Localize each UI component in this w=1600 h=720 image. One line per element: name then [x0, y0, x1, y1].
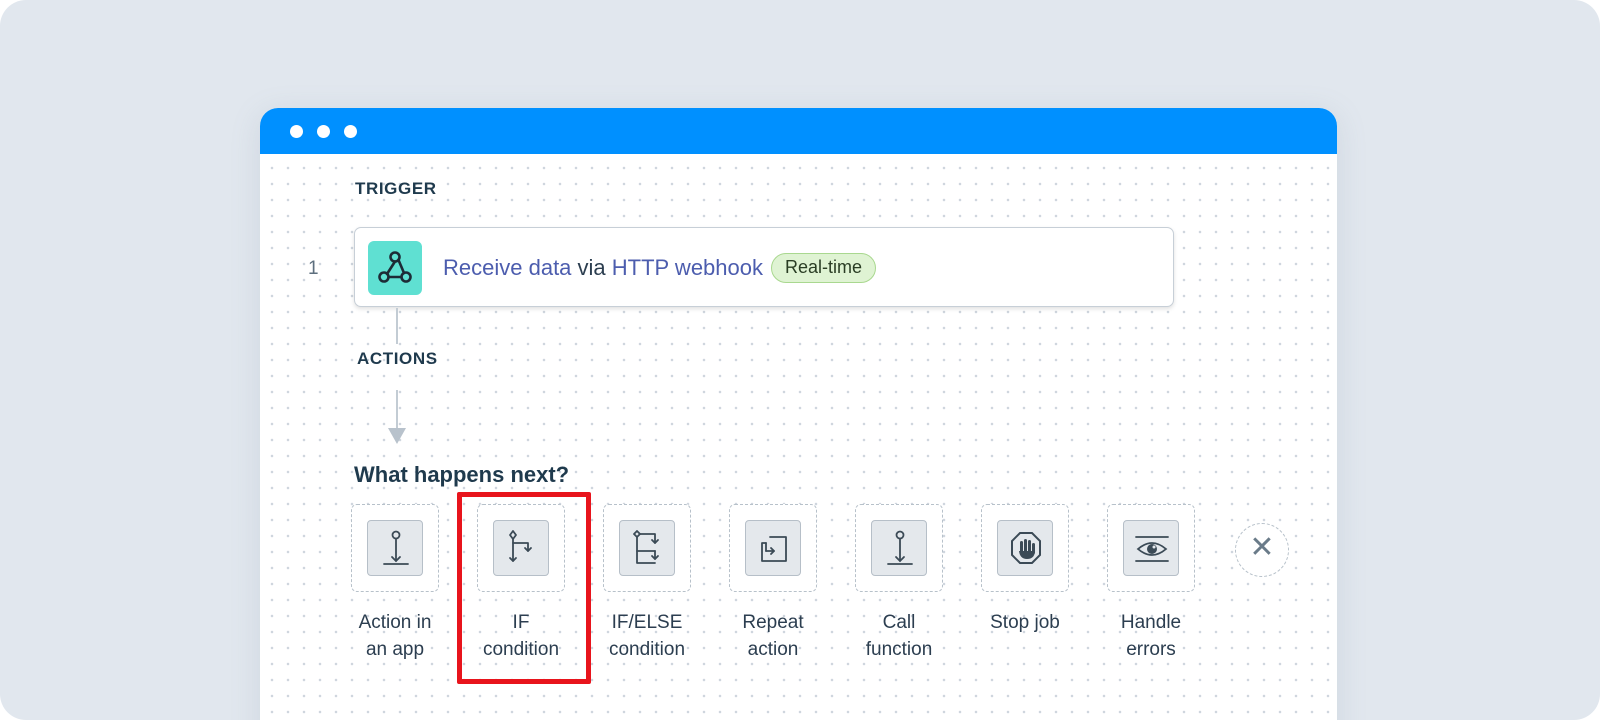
option-label: Action in an app [340, 609, 450, 663]
app-window: TRIGGER 1 Receive data via HTTP webhook R… [260, 108, 1337, 720]
option-label-line2: an app [365, 639, 425, 660]
http-webhook-link[interactable]: HTTP webhook [612, 255, 763, 280]
option-label: Call function [844, 609, 954, 663]
window-dot-1 [290, 125, 303, 138]
connector-arrow-icon [388, 428, 406, 444]
option-label-line1: Repeat [742, 612, 804, 633]
option-label: Repeat action [718, 609, 828, 663]
close-icon[interactable]: ✕ [1235, 523, 1289, 577]
window-dot-3 [344, 125, 357, 138]
option-box[interactable] [351, 504, 439, 592]
repeat-action-icon [745, 520, 801, 576]
option-stop-job[interactable]: Stop job [970, 504, 1080, 636]
option-label: IF/ELSE condition [592, 609, 702, 663]
option-repeat-action[interactable]: Repeat action [718, 504, 828, 663]
option-label-line1: Action in [358, 612, 432, 633]
option-label-line2: errors [1126, 639, 1176, 660]
window-titlebar [260, 108, 1337, 154]
option-label-line2: condition [608, 639, 686, 660]
handle-errors-icon [1123, 520, 1179, 576]
background-frame: TRIGGER 1 Receive data via HTTP webhook R… [0, 0, 1600, 720]
trigger-section-label: TRIGGER [355, 179, 437, 198]
action-in-app-icon [367, 520, 423, 576]
option-box[interactable] [603, 504, 691, 592]
option-box[interactable] [981, 504, 1069, 592]
option-action-in-app[interactable]: Action in an app [340, 504, 450, 663]
trigger-card[interactable]: Receive data via HTTP webhook Real-time [354, 227, 1174, 307]
stop-job-icon [997, 520, 1053, 576]
option-handle-errors[interactable]: Handle errors [1096, 504, 1206, 663]
option-box[interactable] [729, 504, 817, 592]
receive-data-link[interactable]: Receive data [443, 255, 571, 280]
connector-line [396, 308, 398, 344]
via-text: via [571, 255, 612, 280]
option-box[interactable] [855, 504, 943, 592]
option-label-line1: IF/ELSE [611, 612, 683, 633]
option-box[interactable] [1107, 504, 1195, 592]
step-number: 1 [308, 258, 319, 279]
what-happens-next-heading: What happens next? [354, 462, 570, 487]
actions-section-label: ACTIONS [357, 349, 438, 368]
option-label-line2: function [865, 639, 933, 660]
if-else-condition-icon [619, 520, 675, 576]
option-label-line1: Stop job [990, 612, 1060, 633]
webhook-icon [368, 241, 422, 295]
connector-line-lower [396, 390, 398, 432]
realtime-badge: Real-time [771, 253, 877, 283]
option-call-function[interactable]: Call function [844, 504, 954, 663]
window-dot-2 [317, 125, 330, 138]
option-label-line1: Handle [1120, 612, 1182, 633]
if-condition-highlight [457, 492, 591, 684]
option-label-line2: action [747, 639, 799, 660]
trigger-description: Receive data via HTTP webhook Real-time [443, 253, 877, 283]
call-function-icon [871, 520, 927, 576]
option-label: Handle errors [1096, 609, 1206, 663]
option-if-else-condition[interactable]: IF/ELSE condition [592, 504, 702, 663]
option-label-line1: Call [882, 612, 916, 633]
option-label: Stop job [970, 609, 1080, 636]
